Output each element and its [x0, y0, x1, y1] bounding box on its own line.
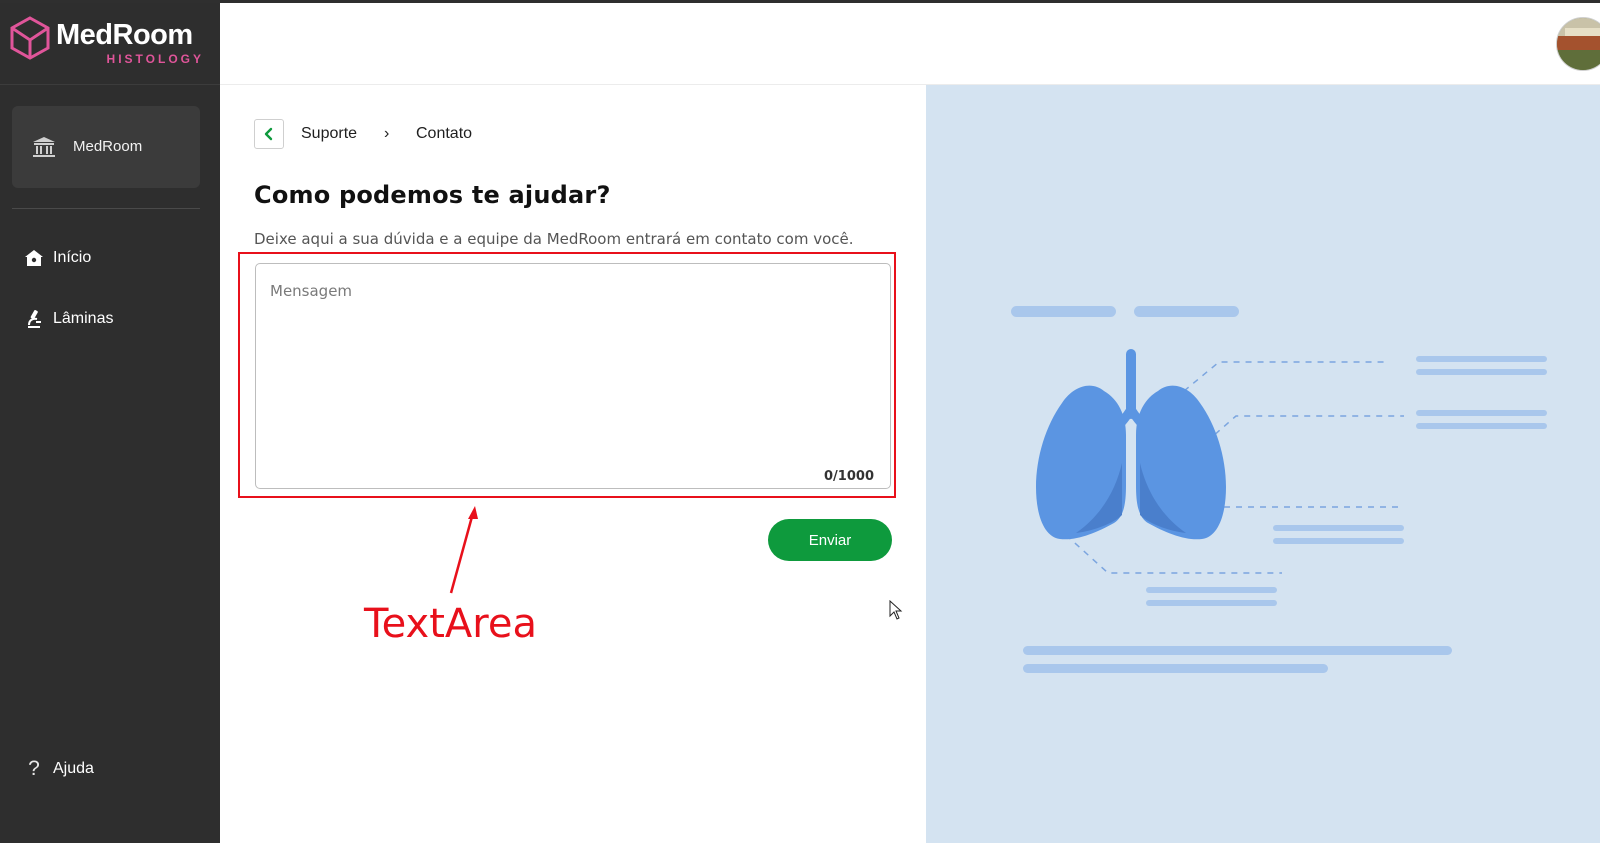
send-button[interactable]: Enviar — [768, 519, 892, 561]
brand-subtitle: HISTOLOGY — [106, 52, 204, 66]
sidebar-item-label: Lâminas — [53, 310, 114, 327]
org-label: MedRoom — [73, 138, 143, 155]
sidebar-divider-top — [0, 84, 220, 85]
sidebar-divider — [12, 208, 200, 209]
sidebar-item-laminas[interactable]: Lâminas — [24, 306, 113, 332]
page-subtitle: Deixe aqui a sua dúvida e a equipe da Me… — [254, 230, 854, 248]
lungs-illustration — [1011, 306, 1547, 673]
window-top-border — [0, 0, 1600, 3]
microscope-icon — [28, 310, 41, 328]
medroom-logo-icon — [10, 16, 50, 60]
top-header — [220, 3, 1600, 85]
brand-name: MedRoom — [56, 19, 193, 51]
question-icon: ? — [28, 757, 40, 780]
contact-panel: Suporte › Contato Como podemos te ajudar… — [220, 85, 926, 843]
brand-logo[interactable]: MedRoom HISTOLOGY — [10, 14, 210, 70]
annotation-label: TextArea — [364, 601, 537, 647]
avatar-image — [1557, 18, 1600, 70]
illustration-panel — [926, 85, 1600, 843]
home-icon — [25, 250, 43, 266]
message-textarea[interactable] — [256, 264, 890, 488]
sidebar-item-inicio[interactable]: Início — [24, 245, 91, 271]
mouse-cursor-icon — [889, 600, 903, 620]
message-textarea-container: 0/1000 — [255, 263, 891, 489]
sidebar: MedRoom HISTOLOGY MedRoom Início Lâminas… — [0, 0, 220, 843]
annotation-arrow-icon — [449, 506, 478, 594]
breadcrumb-contato: Contato — [416, 125, 473, 142]
chevron-left-icon — [264, 127, 273, 141]
breadcrumb-suporte[interactable]: Suporte — [301, 125, 357, 143]
page-title: Como podemos te ajudar? — [254, 181, 611, 209]
institution-icon — [33, 137, 55, 157]
sidebar-item-label: Ajuda — [53, 760, 94, 777]
org-selector[interactable]: MedRoom — [12, 106, 200, 188]
sidebar-item-ajuda[interactable]: ? Ajuda — [24, 756, 94, 782]
back-button[interactable] — [254, 119, 284, 149]
breadcrumb-separator-icon: › — [384, 125, 390, 142]
character-counter: 0/1000 — [824, 469, 874, 484]
sidebar-item-label: Início — [53, 249, 92, 266]
user-avatar[interactable] — [1556, 17, 1600, 71]
